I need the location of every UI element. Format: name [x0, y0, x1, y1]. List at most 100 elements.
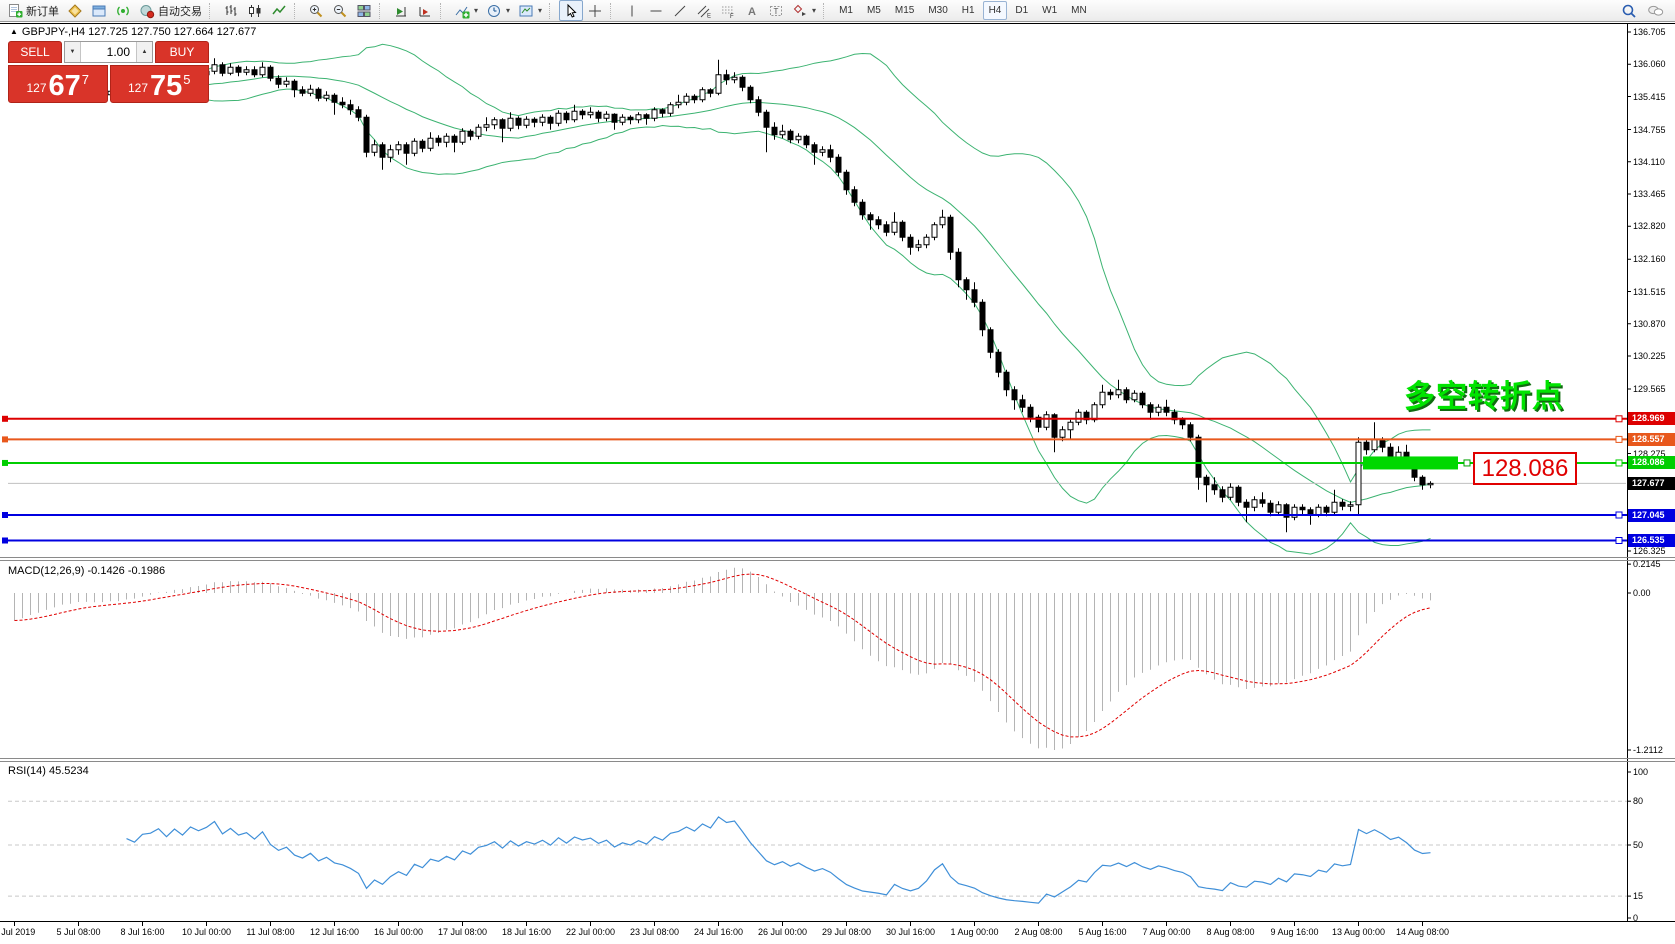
text-tool-button[interactable]: A [740, 0, 764, 21]
turning-point-annotation[interactable]: 多空转折点 [1404, 371, 1564, 416]
candlestick-chart-icon [247, 3, 263, 19]
sell-button[interactable]: SELL [8, 41, 62, 63]
line-anchor-right[interactable] [1616, 538, 1622, 544]
toolbar-separator [209, 3, 216, 19]
line-anchor-left[interactable] [2, 538, 8, 544]
horizontal-line-tool-button[interactable] [644, 0, 668, 21]
line-anchor-left[interactable] [2, 416, 8, 422]
periods-button[interactable]: ▾ [482, 0, 514, 21]
volume-increase-button[interactable]: ▲ [136, 42, 152, 62]
timeframe-m5-button[interactable]: M5 [861, 1, 887, 20]
bar-chart-button[interactable] [219, 0, 243, 21]
macd-scale-label: -1.2112 [1633, 745, 1663, 755]
zoom-out-button[interactable] [328, 0, 352, 21]
new-order-button[interactable]: 新订单 [3, 0, 63, 21]
current-price-badge: 127.677 [1628, 477, 1675, 490]
chart-canvas[interactable] [0, 0, 1675, 944]
tile-windows-button[interactable] [352, 0, 376, 21]
arrows-tool-button[interactable]: ▾ [788, 0, 820, 21]
time-axis-label: 23 Jul 08:00 [630, 927, 679, 937]
chat-icon[interactable] [1647, 3, 1665, 19]
signal-icon [115, 3, 131, 19]
macd-scale-label: 0.2145 [1633, 559, 1661, 569]
macd-value-signal: -0.1986 [128, 565, 165, 577]
time-axis-label: 8 Jul 16:00 [120, 927, 164, 937]
time-axis-label: 10 Jul 00:00 [182, 927, 231, 937]
macd-panel[interactable] [15, 568, 1431, 750]
fibonacci-tool-button[interactable]: F [716, 0, 740, 21]
rsi-line [127, 817, 1431, 903]
indicators-icon [454, 3, 470, 19]
timeframe-m15-button[interactable]: M15 [889, 1, 920, 20]
buy-price-button[interactable]: 127755 [110, 65, 210, 103]
cursor-tool-button[interactable] [559, 0, 583, 21]
sell-price-big: 67 [49, 73, 81, 99]
timeframe-m1-button[interactable]: M1 [833, 1, 859, 20]
templates-button[interactable]: ▾ [514, 0, 546, 21]
price-panel[interactable] [8, 44, 1627, 554]
zoom-in-button[interactable] [304, 0, 328, 21]
line-anchor-right[interactable] [1616, 416, 1622, 422]
line-anchor-left[interactable] [2, 512, 8, 518]
auto-scroll-button[interactable] [413, 0, 437, 21]
line-anchor-right[interactable] [1616, 512, 1622, 518]
line-anchor-left[interactable] [2, 460, 8, 466]
trendline-icon [672, 3, 688, 19]
timeframe-m30-button[interactable]: M30 [922, 1, 953, 20]
collapse-panel-icon[interactable]: ▲ [10, 27, 18, 36]
line-anchor-right[interactable] [1616, 460, 1622, 466]
time-axis-label: 17 Jul 08:00 [438, 927, 487, 937]
vertical-line-tool-button[interactable] [620, 0, 644, 21]
clock-icon [486, 3, 502, 19]
rsi-scale-label: 0 [1633, 913, 1638, 923]
navigator-button[interactable] [87, 0, 111, 21]
candles [12, 58, 1433, 532]
sell-price-button[interactable]: 127677 [8, 65, 108, 103]
crosshair-tool-button[interactable] [583, 0, 607, 21]
signal-button[interactable] [111, 0, 135, 21]
candlestick-chart-button[interactable] [243, 0, 267, 21]
volume-decrease-button[interactable]: ▼ [65, 42, 81, 62]
chart-shift-icon [393, 3, 409, 19]
trendline-tool-button[interactable] [668, 0, 692, 21]
rsi-scale-label: 15 [1633, 891, 1643, 901]
price-callout[interactable]: 128.086 [1473, 452, 1577, 485]
timeframe-d1-button[interactable]: D1 [1009, 1, 1034, 20]
market-watch-icon [67, 3, 83, 19]
buy-button[interactable]: BUY [155, 41, 209, 63]
chart-shift-button[interactable] [389, 0, 413, 21]
crosshair-icon [587, 3, 603, 19]
buy-price-big: 75 [150, 73, 182, 99]
timeframe-w1-button[interactable]: W1 [1036, 1, 1063, 20]
volume-input[interactable] [81, 42, 136, 62]
dropdown-arrow-icon: ▾ [538, 6, 542, 15]
autotrade-button[interactable]: 自动交易 [135, 0, 206, 21]
text-label-tool-button[interactable]: T [764, 0, 788, 21]
support-zone-band[interactable] [1363, 456, 1458, 469]
timeframe-group: M1M5M15M30H1H4D1W1MN [833, 1, 1093, 20]
rsi-panel[interactable] [8, 801, 1627, 903]
indicators-button[interactable]: ▾ [450, 0, 482, 21]
price-line-badge: 127.045 [1628, 509, 1675, 522]
band-anchor[interactable] [1464, 460, 1470, 466]
line-chart-button[interactable] [267, 0, 291, 21]
line-anchor-left[interactable] [2, 436, 8, 442]
price-line-badge: 128.557 [1628, 433, 1675, 446]
rsi-scale-label: 50 [1633, 840, 1643, 850]
timeframe-mn-button[interactable]: MN [1065, 1, 1093, 20]
auto-scroll-icon [417, 3, 433, 19]
channel-tool-button[interactable]: E [692, 0, 716, 21]
svg-text:F: F [730, 14, 734, 19]
svg-text:A: A [748, 6, 756, 18]
navigator-icon [91, 3, 107, 19]
time-axis-label: 12 Jul 16:00 [310, 927, 359, 937]
svg-text:E: E [707, 13, 711, 19]
market-watch-button[interactable] [63, 0, 87, 21]
time-axis-label: 16 Jul 00:00 [374, 927, 423, 937]
timeframe-h1-button[interactable]: H1 [956, 1, 981, 20]
line-anchor-right[interactable] [1616, 436, 1622, 442]
text-label-icon: T [768, 3, 784, 19]
search-icon[interactable] [1621, 3, 1637, 19]
timeframe-h4-button[interactable]: H4 [983, 1, 1008, 20]
svg-text:T: T [774, 7, 779, 16]
